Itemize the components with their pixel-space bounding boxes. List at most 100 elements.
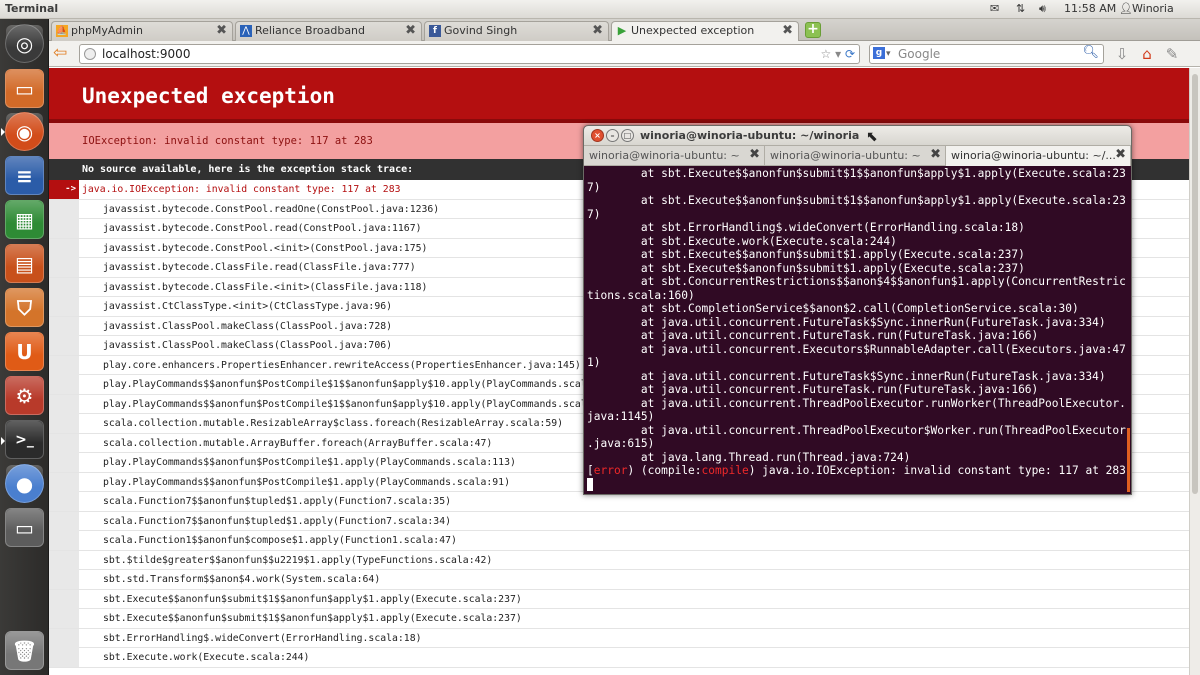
minimize-window-icon[interactable]: – bbox=[606, 129, 619, 142]
search-icon[interactable]: 🔍︎ bbox=[1082, 44, 1099, 62]
terminal-icon[interactable]: >_ bbox=[5, 420, 44, 459]
files-icon[interactable]: ▭ bbox=[5, 69, 44, 108]
stack-frame-text: play.PlayCommands$$anonfun$PostCompile$1… bbox=[103, 476, 510, 488]
stack-trace-row: sbt.ErrorHandling$.wideConvert(ErrorHand… bbox=[49, 628, 1189, 648]
mouse-pointer-icon: ⬉ bbox=[866, 129, 878, 145]
software-center-icon[interactable]: ⛉ bbox=[5, 288, 44, 327]
search-box[interactable]: g ▾ Google 🔍︎ bbox=[869, 44, 1104, 64]
terminal-lines: at sbt.Execute$$anonfun$submit$1$$anonfu… bbox=[587, 167, 1127, 464]
close-tab-icon[interactable]: ✖ bbox=[749, 147, 760, 162]
stack-frame-text: javassist.bytecode.ClassFile.read(ClassF… bbox=[103, 262, 416, 273]
row-gutter bbox=[49, 589, 79, 609]
dash-home-icon[interactable]: ◎ bbox=[5, 24, 44, 63]
stack-frame-text: sbt.std.Transform$$anon$4.work(System.sc… bbox=[103, 574, 381, 585]
error-marker: -> bbox=[49, 180, 79, 199]
terminal-line: at sbt.ErrorHandling$.wideConvert(ErrorH… bbox=[587, 221, 1025, 234]
tab-reliance[interactable]: ⋀ Reliance Broadband ✖ bbox=[235, 21, 422, 41]
mail-icon[interactable]: ✉ bbox=[990, 2, 999, 15]
user-icon[interactable]: 👤︎ bbox=[1119, 2, 1133, 15]
stack-trace-row: scala.Function1$$anonfun$compose$1.apply… bbox=[49, 531, 1189, 551]
stack-frame-text: javassist.bytecode.ConstPool.read(ConstP… bbox=[103, 223, 422, 234]
firefox-icon[interactable]: ◉ bbox=[5, 112, 44, 151]
tab-unexpected-exception[interactable]: ▶ Unexpected exception ✖ bbox=[611, 21, 799, 42]
maximize-window-icon[interactable]: □ bbox=[621, 129, 634, 142]
close-tab-icon[interactable]: ✖ bbox=[216, 23, 227, 38]
row-gutter bbox=[49, 238, 79, 258]
stack-frame-text: sbt.$tilde$greater$$anonfun$$u2219$1.app… bbox=[103, 554, 493, 566]
address-bar[interactable]: localhost:9000 ☆ ▾ ⟳ bbox=[79, 44, 860, 64]
google-engine-icon[interactable]: g bbox=[873, 47, 885, 59]
page-title: Unexpected exception bbox=[49, 68, 1189, 123]
stack-frame-text: sbt.Execute$$anonfun$submit$1$$anonfun$a… bbox=[103, 593, 522, 605]
close-tab-icon[interactable]: ✖ bbox=[592, 23, 603, 38]
globe-icon bbox=[84, 48, 96, 60]
terminal-line: .java:615) bbox=[587, 437, 655, 450]
tab-strip: ⛵ phpMyAdmin ✖ ⋀ Reliance Broadband ✖ f … bbox=[49, 19, 1200, 42]
terminal-line: at java.util.concurrent.ThreadPoolExecut… bbox=[587, 423, 1126, 437]
tab-facebook[interactable]: f Govind Singh ✖ bbox=[424, 21, 609, 41]
stack-trace-row: sbt.Execute$$anonfun$submit$1$$anonfun$a… bbox=[49, 589, 1189, 609]
close-tab-icon[interactable]: ✖ bbox=[782, 23, 793, 38]
terminal-line: at sbt.Execute$$anonfun$submit$1.apply(E… bbox=[587, 248, 1025, 261]
back-arrow-icon[interactable]: ⇦ bbox=[53, 44, 75, 64]
close-window-icon[interactable]: × bbox=[591, 129, 604, 142]
addon-icon[interactable]: ✎ bbox=[1162, 45, 1182, 63]
tab-phpmyadmin[interactable]: ⛵ phpMyAdmin ✖ bbox=[51, 21, 233, 41]
engine-dropdown-icon[interactable]: ▾ bbox=[886, 45, 891, 63]
trash-icon[interactable]: 🗑︎ bbox=[5, 631, 44, 670]
terminal-titlebar[interactable]: × – □ winoria@winoria-ubuntu: ~/winoria bbox=[584, 126, 1131, 146]
stack-frame-text: scala.collection.mutable.ResizableArray$… bbox=[103, 418, 564, 429]
home-icon[interactable]: ⌂ bbox=[1137, 45, 1157, 63]
new-tab-button[interactable]: + bbox=[805, 22, 821, 38]
calc-icon[interactable]: ▦ bbox=[5, 200, 44, 239]
row-gutter bbox=[49, 550, 79, 570]
stack-frame-text: scala.Function7$$anonfun$tupled$1.apply(… bbox=[103, 515, 451, 527]
terminal-line: at java.util.concurrent.FutureTask.run(F… bbox=[587, 329, 1039, 342]
row-gutter bbox=[49, 433, 79, 453]
system-settings-icon[interactable]: ⚙ bbox=[5, 376, 44, 415]
user-name[interactable]: Winoria bbox=[1132, 2, 1174, 15]
terminal-cursor bbox=[587, 477, 593, 491]
downloads-icon[interactable]: ⇩ bbox=[1112, 45, 1132, 63]
row-gutter bbox=[49, 648, 79, 667]
workspace-switcher-icon[interactable]: ▭ bbox=[5, 508, 44, 547]
terminal-scrollbar[interactable] bbox=[1127, 428, 1130, 492]
terminal-line: at java.util.concurrent.Executors$Runnab… bbox=[587, 342, 1126, 356]
writer-icon[interactable]: ≡ bbox=[5, 156, 44, 195]
terminal-line: at java.util.concurrent.FutureTask.run(F… bbox=[587, 383, 1039, 396]
terminal-output[interactable]: at sbt.Execute$$anonfun$submit$1$$anonfu… bbox=[587, 167, 1127, 494]
terminal-tab-1[interactable]: winoria@winoria-ubuntu: ~ ✖ bbox=[584, 146, 765, 166]
terminal-line: java:1145) bbox=[587, 410, 655, 423]
row-gutter bbox=[49, 316, 79, 336]
close-tab-icon[interactable]: ✖ bbox=[405, 23, 416, 38]
clock[interactable]: 11:58 AM bbox=[1064, 2, 1116, 15]
close-tab-icon[interactable]: ✖ bbox=[930, 147, 941, 162]
page-scrollbar[interactable] bbox=[1189, 68, 1200, 675]
stack-frame-text: sbt.ErrorHandling$.wideConvert(ErrorHand… bbox=[103, 632, 422, 644]
bookmark-reload-icons[interactable]: ☆ ▾ ⟳ bbox=[821, 45, 855, 63]
volume-icon[interactable]: 🔊︎ bbox=[1039, 2, 1046, 16]
stack-frame-text: javassist.bytecode.ConstPool.readOne(Con… bbox=[103, 203, 440, 215]
navigation-toolbar: ⇦ localhost:9000 ☆ ▾ ⟳ g ▾ Google 🔍︎ ⇩ ⌂… bbox=[49, 41, 1200, 67]
network-icon[interactable]: ⇅ bbox=[1016, 2, 1025, 15]
close-tab-icon[interactable]: ✖ bbox=[1115, 147, 1126, 162]
stack-trace-row: sbt.$tilde$greater$$anonfun$$u2219$1.app… bbox=[49, 550, 1189, 570]
terminal-line: 1) bbox=[587, 356, 601, 369]
terminal-tab-3[interactable]: winoria@winoria-ubuntu: ~/... ✖ bbox=[946, 146, 1131, 166]
ubuntu-one-icon[interactable]: U bbox=[5, 332, 44, 371]
impress-icon[interactable]: ▤ bbox=[5, 244, 44, 283]
terminal-tab-2[interactable]: winoria@winoria-ubuntu: ~ ✖ bbox=[765, 146, 946, 166]
facebook-favicon: f bbox=[429, 25, 441, 37]
play-favicon: ▶ bbox=[617, 24, 627, 37]
scrollbar-thumb[interactable] bbox=[1192, 74, 1198, 494]
chromium-icon[interactable]: ● bbox=[5, 464, 44, 503]
terminal-line: at sbt.Execute$$anonfun$submit$1$$anonfu… bbox=[587, 167, 1126, 180]
terminal-line: at java.util.concurrent.FutureTask$Sync.… bbox=[587, 315, 1106, 329]
row-gutter bbox=[49, 609, 79, 628]
row-gutter bbox=[49, 511, 79, 531]
phpmyadmin-favicon: ⛵ bbox=[56, 25, 68, 37]
row-gutter bbox=[49, 258, 79, 277]
stack-frame-text: javassist.bytecode.ClassFile.<init>(Clas… bbox=[103, 281, 428, 293]
terminal-line: at java.util.concurrent.ThreadPoolExecut… bbox=[587, 396, 1126, 410]
terminal-tab-strip: winoria@winoria-ubuntu: ~ ✖ winoria@wino… bbox=[584, 146, 1131, 166]
